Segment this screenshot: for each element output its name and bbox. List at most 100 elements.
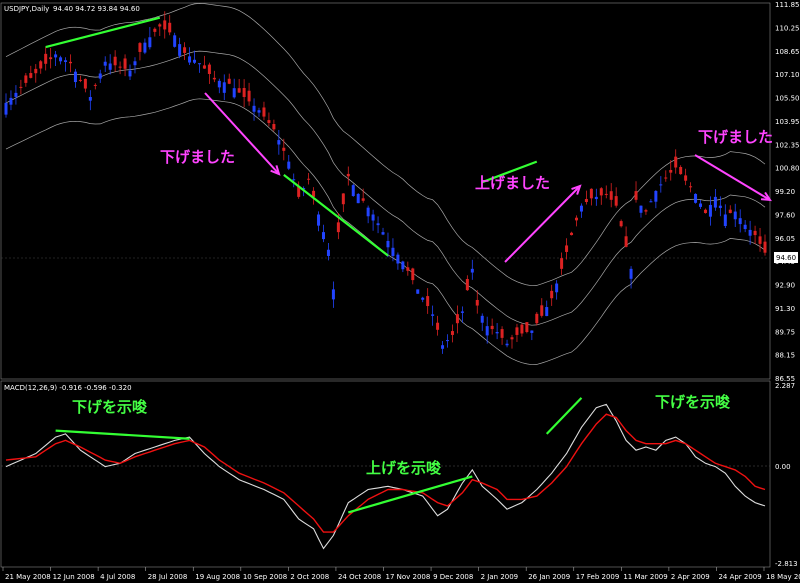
current-price-label: 94.60 <box>776 254 796 262</box>
candle-body <box>510 337 514 340</box>
candle-body <box>39 61 43 69</box>
candle-body <box>14 92 18 97</box>
x-tick-label: 19 Aug 2008 <box>195 573 240 581</box>
y-tick-label: 99.20 <box>775 188 795 196</box>
x-tick-label: 17 Nov 2008 <box>386 573 431 581</box>
candle-body <box>475 299 479 306</box>
candle-body <box>540 305 544 316</box>
x-tick-label: 18 May 2009 <box>766 573 800 581</box>
candle-body <box>431 314 435 316</box>
candle-body <box>173 35 177 47</box>
candle-body <box>530 330 534 333</box>
candle-body <box>639 205 643 213</box>
x-tick-label: 11 Mar 2009 <box>623 573 667 581</box>
candle-body <box>441 345 445 349</box>
candle-body <box>336 222 340 233</box>
candle-body <box>351 185 355 197</box>
y-tick-label: 107.10 <box>775 71 800 79</box>
x-tick-label: 12 Jun 2008 <box>53 573 95 581</box>
candle-body <box>570 232 574 236</box>
candle-body <box>579 205 583 212</box>
candle-body <box>331 289 335 300</box>
candle-body <box>361 198 365 201</box>
candle-body <box>59 57 63 62</box>
candle-body <box>277 140 281 145</box>
candle-body <box>207 64 211 74</box>
candle-body <box>93 84 97 86</box>
candle-body <box>674 156 678 168</box>
candle-body <box>743 224 747 230</box>
chart-title: USDJPY,Daily <box>4 5 49 13</box>
candle-body <box>664 177 668 179</box>
candle-body <box>24 75 28 83</box>
candle-body <box>381 232 385 235</box>
candle-body <box>366 207 370 217</box>
candle-body <box>436 322 440 330</box>
candle-body <box>411 268 415 281</box>
candle-body <box>574 217 578 221</box>
candle-body <box>188 56 192 63</box>
candle-body <box>520 324 524 334</box>
candle-body <box>659 184 663 186</box>
candle-body <box>728 209 732 214</box>
x-tick-label: 24 Oct 2008 <box>338 573 381 581</box>
y-tick-label: 100.80 <box>775 165 800 173</box>
candle-body <box>634 191 638 200</box>
y-tick-label: 102.35 <box>775 141 800 149</box>
candle-body <box>326 249 330 256</box>
annotation-label: 下げました <box>160 148 235 166</box>
candle-body <box>684 175 688 181</box>
candle-body <box>386 240 390 248</box>
candle-body <box>237 88 241 93</box>
candle-body <box>708 204 712 217</box>
candle-body <box>485 326 489 336</box>
candle-body <box>193 59 197 63</box>
candle-body <box>202 65 206 69</box>
candle-body <box>153 28 157 32</box>
candle-body <box>624 236 628 247</box>
chart-background <box>0 0 800 583</box>
candle-body <box>718 205 722 208</box>
candle-body <box>9 97 13 105</box>
candle-body <box>426 296 430 307</box>
y-tick-label: 108.65 <box>775 48 800 56</box>
candle-body <box>49 57 53 60</box>
candle-body <box>713 196 717 208</box>
candle-body <box>128 70 132 77</box>
candle-body <box>321 232 325 240</box>
candle-body <box>649 201 653 203</box>
candle-body <box>113 56 117 66</box>
annotation-label: 下げを示唆 <box>72 398 148 416</box>
candle-body <box>78 79 82 81</box>
candle-body <box>267 120 271 123</box>
candle-body <box>118 66 122 68</box>
candle-body <box>307 178 311 180</box>
candle-body <box>733 211 737 220</box>
candle-body <box>406 267 410 271</box>
candle-body <box>257 110 261 113</box>
candle-body <box>455 314 459 324</box>
candle-body <box>272 124 276 130</box>
annotation-label: 下げました <box>698 128 773 146</box>
y-tick-label: 111.85 <box>775 1 800 9</box>
candle-body <box>480 315 484 323</box>
x-tick-label: 26 Jan 2009 <box>528 573 570 581</box>
candle-body <box>599 188 603 196</box>
candle-body <box>460 311 464 313</box>
x-tick-label: 28 Jul 2008 <box>148 573 188 581</box>
candle-body <box>446 340 450 342</box>
annotation-label: 上げました <box>475 174 550 192</box>
candle-body <box>29 73 33 78</box>
candle-body <box>317 214 321 226</box>
candle-body <box>168 22 172 33</box>
candle-body <box>699 203 703 207</box>
candle-body <box>232 88 236 98</box>
candle-body <box>98 73 102 79</box>
candle-body <box>614 196 618 206</box>
candle-body <box>341 193 345 205</box>
candle-body <box>103 61 107 66</box>
candle-body <box>500 329 504 338</box>
macd-y-tick-label: 0.00 <box>775 463 791 471</box>
candle-body <box>148 37 152 48</box>
x-tick-label: 9 Dec 2008 <box>433 573 473 581</box>
